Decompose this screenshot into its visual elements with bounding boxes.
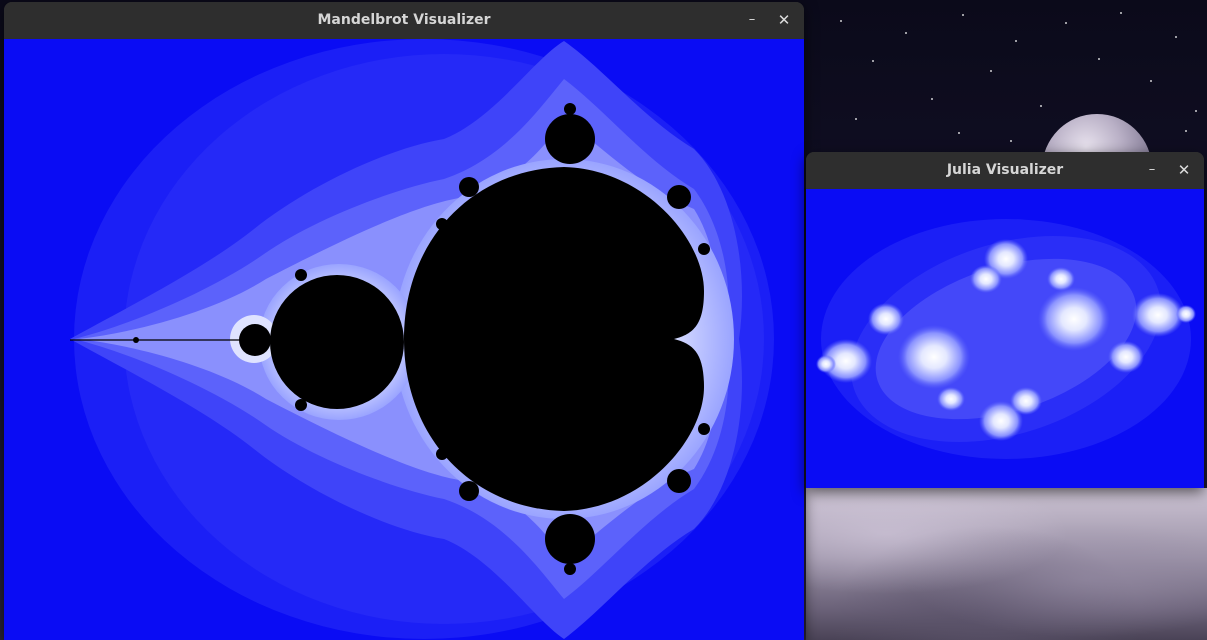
snowy-landscape	[806, 488, 1207, 640]
minimize-button[interactable]: –	[740, 8, 764, 32]
julia-fractal-image	[806, 189, 1204, 488]
close-icon: ✕	[777, 11, 791, 29]
minimize-icon: –	[1148, 162, 1156, 177]
minimize-button[interactable]: –	[1140, 158, 1164, 182]
mandelbrot-titlebar[interactable]: Mandelbrot Visualizer – ✕	[4, 2, 804, 40]
close-icon: ✕	[1177, 161, 1191, 179]
minimize-icon: –	[748, 12, 756, 27]
mandelbrot-window-title: Mandelbrot Visualizer	[317, 12, 491, 28]
close-button[interactable]: ✕	[772, 8, 796, 32]
mandelbrot-window[interactable]: Mandelbrot Visualizer – ✕	[4, 2, 804, 640]
close-button[interactable]: ✕	[1172, 158, 1196, 182]
mandelbrot-fractal-image	[4, 39, 804, 640]
mandelbrot-canvas[interactable]	[4, 39, 804, 640]
julia-titlebar[interactable]: Julia Visualizer – ✕	[806, 152, 1204, 190]
julia-canvas[interactable]	[806, 189, 1204, 488]
julia-window[interactable]: Julia Visualizer – ✕	[806, 152, 1204, 488]
